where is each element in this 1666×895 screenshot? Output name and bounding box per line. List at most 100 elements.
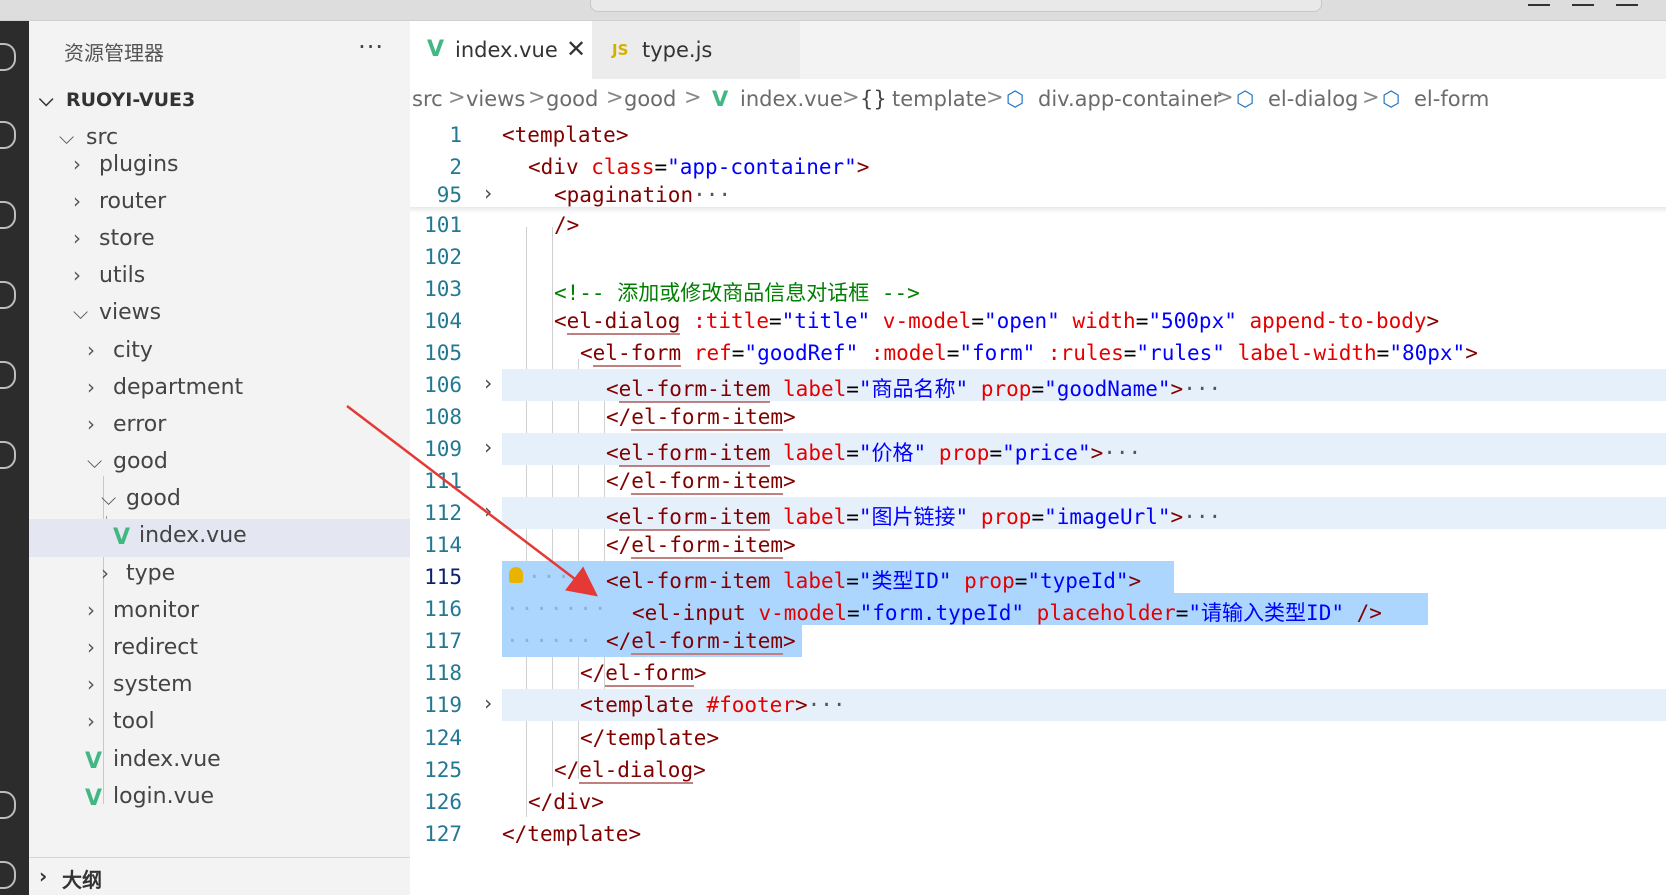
vue-icon: V (85, 749, 103, 774)
chevron-right-icon: › (87, 412, 95, 436)
breadcrumb-item[interactable]: src (412, 87, 443, 111)
breadcrumb-item[interactable]: good (624, 87, 676, 111)
cube-icon: ⬡ (1006, 87, 1025, 111)
chevron-down-icon: ⌵ (73, 300, 89, 324)
chevron-down-icon: ⌵ (59, 125, 75, 149)
code-line-selected[interactable]: ······ 117 </el-form-item> (410, 625, 1666, 657)
code-line[interactable]: 124 </template> (410, 722, 1666, 754)
explorer-icon[interactable] (0, 43, 16, 71)
cube-icon: ⬡ (1382, 87, 1401, 111)
code-line[interactable]: 127 </template> (410, 818, 1666, 850)
chevron-right-icon: › (87, 338, 95, 362)
command-center[interactable] (590, 0, 1322, 12)
tree-item-monitor[interactable]: › monitor (29, 594, 410, 632)
tree-item-type[interactable]: › type (29, 557, 410, 595)
search-icon[interactable] (0, 121, 16, 149)
layout-icon[interactable] (1616, 0, 1638, 6)
js-icon: JS (612, 41, 629, 59)
chevron-right-icon: › (73, 152, 81, 176)
tree-item-redirect[interactable]: › redirect (29, 631, 410, 669)
code-line-folded[interactable]: 109 › <el-form-item label="价格" prop="pri… (410, 433, 1666, 467)
tree-item-utils[interactable]: › utils (29, 259, 410, 297)
breadcrumb-item[interactable]: el-dialog (1268, 87, 1358, 111)
code-line[interactable]: 105 <el-form ref="goodRef" :model="form"… (410, 337, 1666, 369)
run-debug-icon[interactable] (0, 281, 16, 309)
lightbulb-icon[interactable] (509, 567, 523, 583)
code-line[interactable]: 102 (410, 241, 1666, 273)
code-line[interactable]: 111 </el-form-item> (410, 465, 1666, 497)
tab-type-js[interactable]: JS type.js (592, 21, 800, 79)
tree-item-good-sub[interactable]: ⌵ good (29, 482, 410, 520)
breadcrumb-item[interactable]: el-form (1414, 87, 1489, 111)
code-line[interactable]: 118 </el-form> (410, 657, 1666, 689)
code-line[interactable]: 1 <template> (410, 119, 1666, 151)
chevron-right-icon[interactable]: › (482, 499, 494, 523)
code-line[interactable]: 126 </div> (410, 786, 1666, 818)
vue-icon: V (113, 525, 131, 550)
tree-item-index-vue-selected[interactable]: V index.vue (29, 519, 410, 557)
chevron-right-icon: › (101, 561, 109, 585)
editor-area: V index.vue ✕ JS type.js src > views > g… (410, 21, 1666, 895)
tree-item-views[interactable]: ⌵ views (29, 296, 410, 334)
account-icon[interactable] (0, 791, 16, 819)
tree-item-error[interactable]: › error (29, 408, 410, 446)
code-line[interactable]: 104 <el-dialog :title="title" v-model="o… (410, 305, 1666, 337)
activity-bar (0, 21, 29, 895)
tree-item-index-vue[interactable]: V index.vue (29, 743, 410, 781)
tree-item-system[interactable]: › system (29, 668, 410, 706)
tab-index-vue[interactable]: V index.vue ✕ (410, 21, 592, 79)
tree-item-department[interactable]: › department (29, 371, 410, 409)
code-line-selected[interactable]: ······· 116 <el-input v-model="form.type… (410, 593, 1666, 627)
chevron-right-icon: › (39, 864, 48, 888)
project-name: RUOYI-VUE3 (66, 89, 196, 111)
vue-icon: V (427, 37, 445, 62)
outline-title: 大纲 (62, 868, 102, 892)
tree-item-tool[interactable]: › tool (29, 705, 410, 743)
chevron-right-icon[interactable]: › (482, 181, 494, 205)
tree-item-store[interactable]: › store (29, 222, 410, 260)
chevron-right-icon[interactable]: › (482, 371, 494, 395)
code-line-folded[interactable]: 119 › <template #footer>··· (410, 689, 1666, 721)
vue-icon: V (85, 786, 103, 811)
extensions-icon[interactable] (0, 361, 16, 389)
breadcrumb: src > views > good > good > V index.vue … (412, 85, 1490, 111)
chevron-right-icon: › (87, 635, 95, 659)
code-line[interactable]: 108 </el-form-item> (410, 401, 1666, 433)
code-line-folded[interactable]: 112 › <el-form-item label="图片链接" prop="i… (410, 497, 1666, 531)
breadcrumb-item[interactable]: good (546, 87, 598, 111)
project-header[interactable]: ⌵ RUOYI-VUE3 (29, 83, 410, 117)
layout-icon[interactable] (1572, 0, 1594, 6)
code-line[interactable]: 101 /> (410, 209, 1666, 241)
tree-item-router[interactable]: › router (29, 185, 410, 223)
code-line[interactable]: 114 </el-form-item> (410, 529, 1666, 561)
tree-item-good[interactable]: ⌵ good (29, 445, 410, 483)
chevron-right-icon: › (87, 672, 95, 696)
breadcrumb-item[interactable]: views (466, 87, 525, 111)
testing-icon[interactable] (0, 441, 16, 469)
settings-icon[interactable] (0, 861, 16, 889)
tree-item-plugins[interactable]: › plugins (29, 148, 410, 186)
breadcrumb-item[interactable]: div.app-container (1038, 87, 1221, 111)
outline-section[interactable]: › 大纲 (29, 857, 410, 895)
explorer-title: 资源管理器 (64, 41, 164, 65)
chevron-right-icon[interactable]: › (482, 691, 494, 715)
layout-icon[interactable] (1528, 0, 1550, 6)
breadcrumb-item[interactable]: index.vue (740, 87, 843, 111)
chevron-right-icon[interactable]: › (482, 435, 494, 459)
breadcrumb-item[interactable]: template (892, 87, 987, 111)
code-line[interactable]: 125 </el-dialog> (410, 754, 1666, 786)
chevron-right-icon: › (87, 598, 95, 622)
code-line[interactable]: 103 <!-- 添加或修改商品信息对话框 --> (410, 273, 1666, 305)
tree-item-login-vue[interactable]: V login.vue (29, 780, 410, 818)
close-icon[interactable]: ✕ (566, 35, 586, 63)
tree-item-city[interactable]: › city (29, 334, 410, 372)
explorer-sidebar: 资源管理器 ··· ⌵ RUOYI-VUE3 ⌵ src › plugins ›… (29, 21, 410, 895)
chevron-right-icon: › (73, 226, 81, 250)
more-actions-icon[interactable]: ··· (358, 33, 384, 61)
file-tree: ⌵ src › plugins › router › store › utils… (29, 121, 410, 877)
code-line-folded[interactable]: 106 › <el-form-item label="商品名称" prop="g… (410, 369, 1666, 403)
editor-tabs: V index.vue ✕ JS type.js (410, 21, 1666, 79)
source-control-icon[interactable] (0, 201, 16, 229)
code-editor[interactable]: 1 <template> 2 <div class="app-container… (410, 119, 1666, 895)
code-line-selected[interactable]: ···· 115 <el-form-item label="类型ID" prop… (410, 561, 1666, 595)
